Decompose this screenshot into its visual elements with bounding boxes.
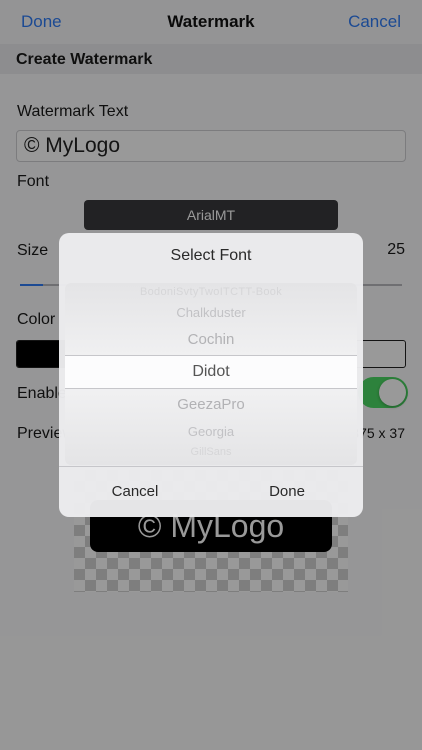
dialog-divider [59,466,363,467]
picker-row[interactable]: Cochin [65,331,357,348]
font-picker-wheel[interactable]: BodoniSvtyTwoITCTT-Book Chalkduster Coch… [65,283,357,465]
picker-row[interactable]: Georgia [65,424,357,439]
picker-row[interactable]: BodoniSvtyTwoITCTT-Book [65,286,357,298]
picker-row[interactable]: GillSans [65,446,357,458]
dialog-done-button[interactable]: Done [211,483,363,500]
dialog-cancel-button[interactable]: Cancel [59,483,211,500]
picker-row-selected[interactable]: Didot [65,363,357,381]
select-font-dialog: Select Font BodoniSvtyTwoITCTT-Book Chal… [59,233,363,517]
picker-row[interactable]: Chalkduster [65,305,357,320]
dialog-title: Select Font [170,247,252,264]
picker-row[interactable]: GeezaPro [65,396,357,413]
